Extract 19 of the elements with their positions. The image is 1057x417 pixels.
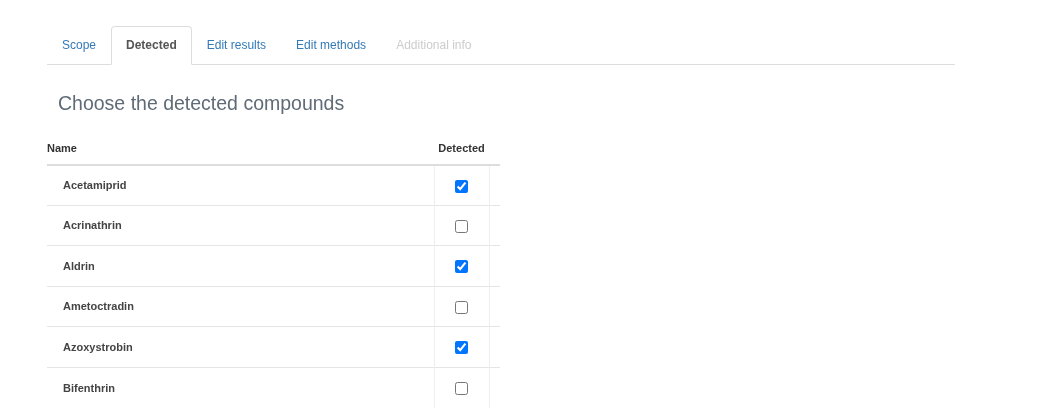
compound-name: Acrinathrin bbox=[47, 205, 435, 246]
detected-checkbox[interactable] bbox=[455, 179, 469, 193]
compound-name: Azoxystrobin bbox=[47, 326, 435, 368]
detected-checkbox[interactable] bbox=[455, 382, 469, 396]
compound-name: Aldrin bbox=[47, 245, 435, 287]
tab[interactable]: Edit methods bbox=[281, 26, 382, 65]
compound-name: Bifenthrin bbox=[47, 367, 435, 408]
tab[interactable]: Scope bbox=[47, 26, 112, 65]
column-header: Name bbox=[47, 137, 435, 165]
compound-name: Acetamiprid bbox=[47, 164, 435, 206]
column-header: Detected bbox=[434, 137, 490, 165]
tab[interactable]: Edit results bbox=[191, 26, 282, 65]
page-heading: Choose the detected compounds bbox=[58, 92, 346, 116]
detected-checkbox[interactable] bbox=[455, 301, 469, 314]
detected-checkbox[interactable] bbox=[455, 220, 469, 233]
detected-checkbox[interactable] bbox=[455, 341, 469, 355]
tab[interactable]: Detected bbox=[111, 26, 192, 65]
detected-checkbox[interactable] bbox=[455, 260, 469, 274]
compound-name: Ametoctradin bbox=[47, 286, 435, 327]
